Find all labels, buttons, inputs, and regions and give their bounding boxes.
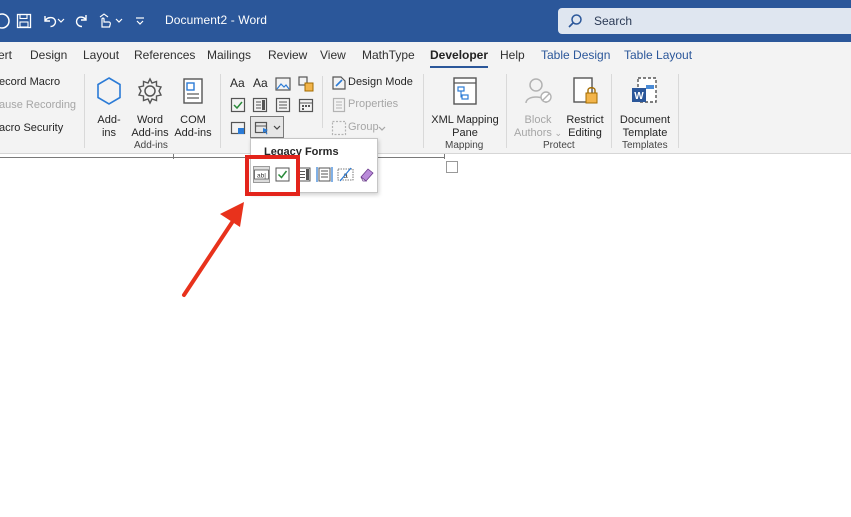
- add-ins-button[interactable]: Add- ins: [91, 75, 127, 140]
- com-add-ins-label-2: Add-ins: [174, 127, 212, 139]
- xml-mapping-pane-button[interactable]: XML Mapping Pane: [430, 75, 500, 140]
- xml-mapping-pane-icon: [453, 77, 477, 105]
- block-authors-chevron-icon: ⌄: [551, 128, 562, 138]
- block-authors-label-1: Block: [524, 114, 552, 126]
- lock-document-icon: [573, 77, 598, 104]
- undo-dropdown-chevron-icon[interactable]: [56, 11, 66, 31]
- word-add-ins-label-1: Word: [136, 114, 164, 126]
- design-mode-icon: [332, 76, 346, 90]
- tab-mailings[interactable]: Mailings: [207, 48, 251, 62]
- plain-text-content-control-icon[interactable]: Aa: [253, 76, 268, 90]
- templates-group-label: Templates: [622, 140, 668, 151]
- properties-button[interactable]: Properties: [348, 98, 398, 110]
- com-add-ins-label-1: COM: [180, 114, 206, 126]
- tab-layout[interactable]: Layout: [83, 48, 119, 62]
- xml-mapping-pane-label-2: Pane: [452, 127, 478, 139]
- group-separator: [506, 74, 507, 148]
- block-authors-button[interactable]: Block Authors ⌄: [513, 75, 563, 140]
- autosave-icon[interactable]: [0, 11, 12, 31]
- redo-icon[interactable]: [72, 11, 92, 31]
- table-resize-handle[interactable]: [446, 161, 458, 173]
- add-ins-label-1: Add-: [97, 114, 121, 126]
- drop-down-list-content-control-icon[interactable]: [275, 97, 291, 113]
- ribbon-tabs: ert Design Layout References Mailings Re…: [0, 42, 851, 70]
- tab-table-design[interactable]: Table Design: [541, 48, 610, 62]
- tab-developer[interactable]: Developer: [430, 48, 489, 68]
- com-add-ins-icon: [183, 78, 203, 104]
- word-add-ins-button[interactable]: Word Add-ins: [128, 75, 172, 140]
- properties-icon: [332, 97, 346, 113]
- document-template-label-1: Document: [619, 114, 671, 126]
- table-column-marker: [444, 154, 445, 159]
- group-separator: [611, 74, 612, 148]
- search-icon: [568, 14, 582, 28]
- repeating-section-content-control-icon[interactable]: [230, 120, 246, 136]
- tab-review[interactable]: Review: [268, 48, 307, 62]
- record-macro-button[interactable]: ecord Macro: [0, 76, 60, 88]
- document-title: Document2 - Word: [165, 13, 268, 27]
- tab-references[interactable]: References: [134, 48, 195, 62]
- rich-text-content-control-icon[interactable]: Aa: [230, 76, 245, 90]
- block-authors-label-text: Authors: [514, 127, 552, 139]
- pause-recording-button[interactable]: ause Recording: [0, 99, 76, 111]
- legacy-tools-button[interactable]: [250, 116, 284, 138]
- insert-frame-icon[interactable]: [316, 166, 333, 183]
- reset-form-fields-icon[interactable]: [358, 166, 375, 183]
- word-template-icon: W: [632, 77, 657, 103]
- group-separator: [678, 74, 679, 148]
- title-bar: Document2 - Word Search: [0, 0, 851, 42]
- checkbox-content-control-icon[interactable]: [230, 97, 246, 113]
- building-block-gallery-icon[interactable]: [298, 76, 314, 92]
- save-icon[interactable]: [14, 11, 34, 31]
- tab-table-layout[interactable]: Table Layout: [624, 48, 692, 62]
- form-field-shading-icon[interactable]: a: [337, 166, 354, 183]
- customize-qat-icon[interactable]: [130, 11, 150, 31]
- controls-separator: [322, 76, 323, 128]
- date-picker-content-control-icon[interactable]: [298, 97, 314, 113]
- touch-mode-icon[interactable]: [96, 11, 116, 31]
- word-add-ins-label-2: Add-ins: [131, 127, 169, 139]
- search-box[interactable]: Search: [558, 8, 851, 34]
- tab-design[interactable]: Design: [30, 48, 67, 62]
- macro-security-button[interactable]: acro Security: [0, 122, 63, 134]
- restrict-editing-label-2: Editing: [568, 127, 602, 139]
- add-ins-icon: [97, 77, 121, 105]
- document-page[interactable]: [0, 155, 851, 517]
- document-template-label-2: Template: [622, 127, 668, 139]
- group-chevron-icon: [378, 126, 386, 131]
- group-icon: [331, 120, 347, 136]
- legacy-tools-chevron-icon: [273, 125, 281, 130]
- block-authors-label-2: Authors ⌄: [513, 127, 563, 140]
- highlight-box: [245, 155, 300, 196]
- add-ins-label-2: ins: [101, 127, 117, 139]
- tab-view[interactable]: View: [320, 48, 346, 62]
- svg-text:W: W: [634, 91, 644, 102]
- table-column-marker: [173, 154, 174, 159]
- combo-box-content-control-icon[interactable]: [252, 97, 268, 113]
- group-separator: [84, 74, 85, 148]
- ribbon-developer: ecord Macro ause Recording acro Security…: [0, 70, 851, 154]
- design-mode-button[interactable]: Design Mode: [348, 76, 413, 88]
- protect-group-label: Protect: [543, 140, 575, 151]
- tab-insert[interactable]: ert: [0, 48, 12, 62]
- group-separator: [220, 74, 221, 148]
- add-ins-group-label: Add-ins: [134, 140, 168, 151]
- tab-help[interactable]: Help: [500, 48, 525, 62]
- com-add-ins-button[interactable]: COM Add-ins: [172, 75, 214, 140]
- restrict-editing-label-1: Restrict: [566, 114, 604, 126]
- mapping-group-label: Mapping: [445, 140, 484, 151]
- touch-mode-chevron-icon[interactable]: [114, 11, 124, 31]
- restrict-editing-button[interactable]: Restrict Editing: [563, 75, 607, 140]
- table-top-border: [0, 157, 445, 158]
- tab-mathtype[interactable]: MathType: [362, 48, 415, 62]
- group-button[interactable]: Group: [348, 121, 379, 133]
- gear-icon: [137, 77, 163, 105]
- search-placeholder: Search: [594, 14, 633, 28]
- xml-mapping-pane-label-1: XML Mapping: [431, 114, 499, 126]
- document-template-button[interactable]: W Document Template: [616, 75, 674, 140]
- group-separator: [423, 74, 424, 148]
- block-authors-icon: [525, 78, 552, 104]
- legacy-tools-icon: [254, 121, 268, 135]
- picture-content-control-icon[interactable]: [275, 76, 291, 92]
